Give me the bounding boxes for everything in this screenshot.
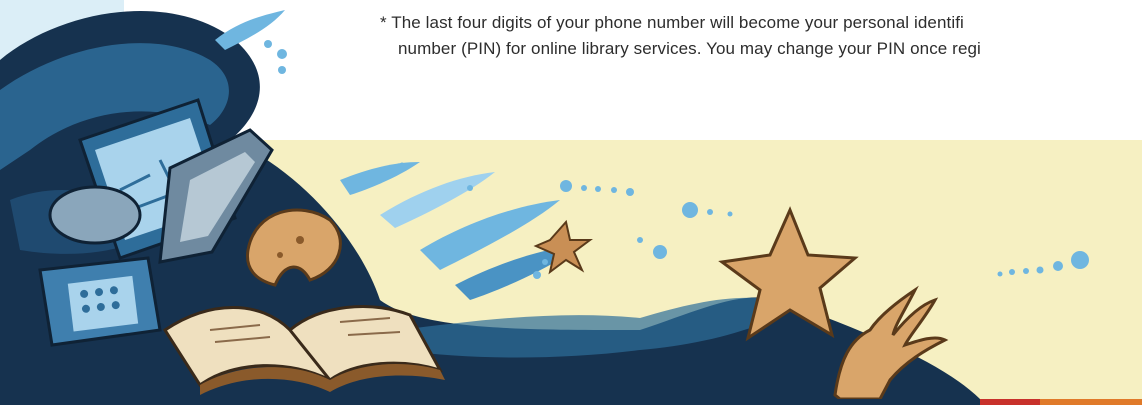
registration-footer-banner: * The last four digits of your phone num… <box>0 0 1142 405</box>
pin-notice-line-1: * The last four digits of your phone num… <box>380 13 964 32</box>
calculator-phone-icon <box>38 256 162 347</box>
bubbles <box>264 40 1089 279</box>
pin-notice-line-2: number (PIN) for online library services… <box>398 39 981 58</box>
pin-information-notice: * The last four digits of your phone num… <box>380 10 1142 62</box>
bottom-color-stripe <box>0 399 1142 405</box>
